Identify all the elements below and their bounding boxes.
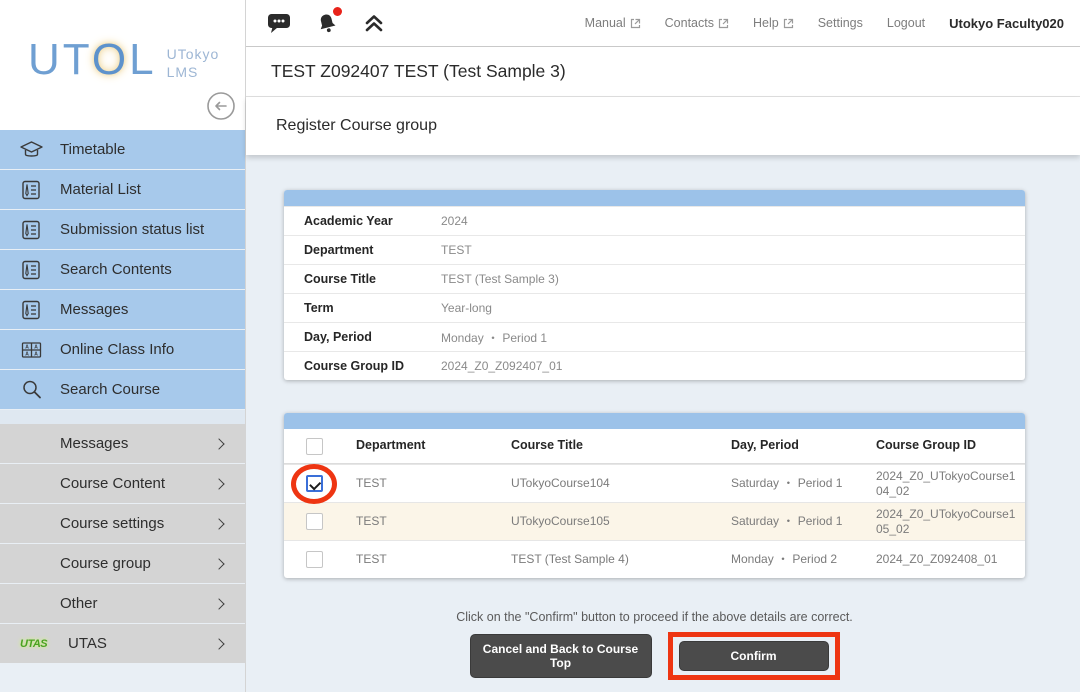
svg-text:A: A (25, 351, 29, 357)
sidebar-item-search-contents[interactable]: Search Contents (0, 250, 245, 289)
external-link-icon (718, 18, 729, 29)
detail-row-course-title: Course Title TEST (Test Sample 3) (284, 264, 1025, 293)
sidebar-secondary-menu: Messages Course Content Course settings … (0, 424, 245, 664)
course-title-bar: TEST Z092407 TEST (Test Sample 3) (246, 47, 1080, 97)
detail-row-academic-year: Academic Year 2024 (284, 206, 1025, 235)
manual-link[interactable]: Manual (585, 16, 641, 30)
row-checkbox[interactable] (306, 551, 323, 568)
detail-row-day-period: Day, Period Monday ・ Period 1 (284, 322, 1025, 351)
chevron-right-icon (213, 438, 224, 449)
table-row: TEST UTokyoCourse105 Saturday ・ Period 1… (284, 502, 1025, 540)
sidebar-item-timetable[interactable]: Timetable (0, 130, 245, 169)
settings-link[interactable]: Settings (818, 16, 863, 30)
chevron-right-icon (213, 518, 224, 529)
chevron-right-icon (213, 638, 224, 649)
sidebar-item-submission-status-list[interactable]: Submission status list (0, 210, 245, 249)
external-link-icon (630, 18, 641, 29)
sidebar-item-search-course[interactable]: Search Course (0, 370, 245, 409)
table-header-row: Department Course Title Day, Period Cour… (284, 429, 1025, 464)
chat-icon[interactable] (266, 11, 292, 35)
svg-text:A: A (25, 344, 29, 350)
row-checkbox[interactable] (306, 475, 323, 492)
action-buttons-row: Cancel and Back to Course Top Confirm (284, 632, 1025, 680)
select-all-checkbox[interactable] (306, 438, 323, 455)
sidebar: UTOL UTokyo LMS Timetable Material List (0, 0, 245, 692)
page-title: TEST Z092407 TEST (Test Sample 3) (271, 61, 566, 82)
online-class-info-icon: AAAA (18, 339, 44, 361)
column-header-course-group-id: Course Group ID (864, 438, 1025, 454)
confirm-button[interactable]: Confirm (679, 641, 829, 671)
username-label: Utokyo Faculty020 (949, 16, 1064, 31)
utol-logo-subtext: UTokyo LMS (167, 46, 220, 81)
topbar: Manual Contacts Help Settings Logout Uto… (246, 0, 1080, 47)
sidebar-item-messages-group[interactable]: Messages (0, 424, 245, 463)
svg-text:A: A (34, 344, 38, 350)
search-course-icon (18, 378, 44, 401)
table-row: TEST TEST (Test Sample 4) Monday ・ Perio… (284, 540, 1025, 578)
logout-link[interactable]: Logout (887, 16, 925, 30)
sidebar-primary-menu: Timetable Material List Submission statu… (0, 130, 245, 410)
external-link-icon (783, 18, 794, 29)
sidebar-item-online-class-info[interactable]: AAAA Online Class Info (0, 330, 245, 369)
material-list-icon (18, 179, 44, 201)
notification-dot (333, 7, 342, 16)
course-details-card: Academic Year 2024 Department TEST Cours… (284, 190, 1025, 380)
card-header-bar (284, 190, 1025, 206)
sidebar-item-course-settings[interactable]: Course settings (0, 504, 245, 543)
search-contents-icon (18, 259, 44, 281)
sidebar-item-messages[interactable]: Messages (0, 290, 245, 329)
sidebar-item-material-list[interactable]: Material List (0, 170, 245, 209)
course-group-table-card: Department Course Title Day, Period Cour… (284, 413, 1025, 578)
messages-icon (18, 299, 44, 321)
svg-text:A: A (34, 351, 38, 357)
sidebar-item-course-content[interactable]: Course Content (0, 464, 245, 503)
section-title-bar: Register Course group (246, 97, 1080, 155)
annotation-rect: Confirm (668, 632, 840, 680)
column-header-course-title: Course Title (499, 438, 719, 454)
logo-area: UTOL UTokyo LMS (0, 0, 245, 130)
arrow-left-circle-icon (205, 90, 237, 122)
confirm-instruction-text: Click on the "Confirm" button to proceed… (284, 610, 1025, 624)
chevron-right-icon (213, 478, 224, 489)
chevron-right-icon (213, 558, 224, 569)
help-link[interactable]: Help (753, 16, 794, 30)
column-header-day-period: Day, Period (719, 438, 864, 454)
cancel-button[interactable]: Cancel and Back to Course Top (470, 634, 652, 678)
sidebar-item-other[interactable]: Other (0, 584, 245, 623)
sidebar-collapse-button[interactable] (205, 90, 237, 122)
sidebar-item-utas[interactable]: UTAS UTAS (0, 624, 245, 663)
detail-row-term: Term Year-long (284, 293, 1025, 322)
row-checkbox[interactable] (306, 513, 323, 530)
detail-row-course-group-id: Course Group ID 2024_Z0_Z092407_01 (284, 351, 1025, 380)
collapse-header-icon[interactable] (362, 12, 386, 34)
card-header-bar (284, 413, 1025, 429)
sidebar-item-course-group[interactable]: Course group (0, 544, 245, 583)
utol-logo: UTOL UTokyo LMS (28, 38, 219, 82)
notifications-bell-icon[interactable] (314, 10, 340, 36)
table-row: TEST UTokyoCourse104 Saturday ・ Period 1… (284, 464, 1025, 502)
column-header-department: Department (344, 438, 499, 454)
timetable-icon (18, 139, 44, 161)
sidebar-group-divider (0, 410, 245, 424)
detail-row-department: Department TEST (284, 235, 1025, 264)
contacts-link[interactable]: Contacts (665, 16, 729, 30)
submission-status-icon (18, 219, 44, 241)
main-area: Manual Contacts Help Settings Logout Uto… (245, 0, 1080, 692)
utas-icon: UTAS (20, 638, 52, 650)
section-title: Register Course group (276, 117, 437, 135)
content-area: Academic Year 2024 Department TEST Cours… (246, 155, 1080, 692)
chevron-right-icon (213, 598, 224, 609)
